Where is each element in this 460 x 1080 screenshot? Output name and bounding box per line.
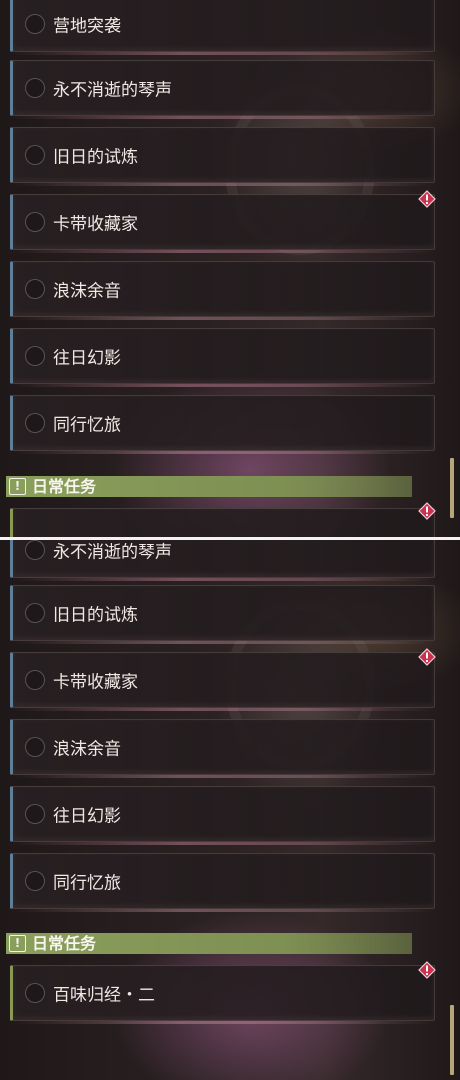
- quest-item[interactable]: 同行忆旅: [10, 853, 435, 912]
- quest-status-circle: [25, 145, 45, 165]
- quest-name: 永不消逝的琴声: [53, 80, 172, 101]
- quest-item[interactable]: 卡带收藏家: [10, 652, 435, 711]
- quest-name: 营地突袭: [53, 16, 121, 37]
- alert-diamond-icon: [418, 648, 436, 666]
- quest-status-circle: [25, 983, 45, 1003]
- quest-status-circle: [25, 78, 45, 98]
- quest-name: 浪沫余音: [53, 281, 121, 302]
- alert-diamond-icon: [418, 502, 436, 520]
- quest-item[interactable]: 浪沫余音: [10, 719, 435, 778]
- quest-item[interactable]: 永不消逝的琴声: [10, 60, 435, 119]
- quest-item-daily[interactable]: 百味归经・二: [10, 965, 435, 1024]
- quest-name: 百味归经・二: [53, 985, 155, 1006]
- quest-status-circle: [25, 737, 45, 757]
- quest-name: 旧日的试炼: [53, 147, 138, 168]
- quest-name: 同行忆旅: [53, 415, 121, 436]
- bottom-quest-panel: 永不消逝的琴声 旧日的试炼 卡带收藏家 浪沫余音 往日幻影 同行忆旅 ! 日常任…: [0, 540, 460, 1080]
- quest-item[interactable]: 往日幻影: [10, 786, 435, 845]
- section-header-daily: ! 日常任务: [6, 933, 412, 954]
- quest-item[interactable]: 营地突袭: [10, 0, 435, 55]
- quest-status-circle: [25, 670, 45, 690]
- quest-name: 卡带收藏家: [53, 672, 138, 693]
- quest-name: 旧日的试炼: [53, 605, 138, 626]
- quest-status-circle: [25, 871, 45, 891]
- quest-status-circle: [25, 413, 45, 433]
- quest-name: 同行忆旅: [53, 873, 121, 894]
- quest-status-circle: [25, 279, 45, 299]
- alert-diamond-icon: [418, 961, 436, 979]
- quest-item[interactable]: 旧日的试炼: [10, 127, 435, 186]
- quest-item[interactable]: 往日幻影: [10, 328, 435, 387]
- quest-item-daily[interactable]: [10, 508, 435, 537]
- quest-status-circle: [25, 603, 45, 623]
- exclamation-box-icon: !: [9, 935, 26, 952]
- top-quest-panel: 营地突袭 永不消逝的琴声 旧日的试炼 卡带收藏家 浪沫余音 往日幻影 同行忆旅 …: [0, 0, 460, 537]
- quest-status-circle: [25, 804, 45, 824]
- quest-item[interactable]: 浪沫余音: [10, 261, 435, 320]
- scrollbar-thumb[interactable]: [450, 1005, 454, 1075]
- quest-status-circle: [25, 212, 45, 232]
- section-header-title: 日常任务: [32, 934, 97, 953]
- quest-item[interactable]: 卡带收藏家: [10, 194, 435, 253]
- quest-item[interactable]: 永不消逝的琴声: [10, 540, 435, 581]
- alert-diamond-icon: [418, 190, 436, 208]
- scrollbar-thumb[interactable]: [450, 458, 454, 518]
- quest-name: 浪沫余音: [53, 739, 121, 760]
- quest-status-circle: [25, 540, 45, 560]
- quest-name: 卡带收藏家: [53, 214, 138, 235]
- quest-name: 永不消逝的琴声: [53, 542, 172, 563]
- section-header-daily: ! 日常任务: [6, 476, 412, 497]
- quest-item[interactable]: 旧日的试炼: [10, 585, 435, 644]
- section-header-title: 日常任务: [32, 477, 97, 496]
- quest-name: 往日幻影: [53, 348, 121, 369]
- exclamation-box-icon: !: [9, 478, 26, 495]
- quest-status-circle: [25, 346, 45, 366]
- quest-name: 往日幻影: [53, 806, 121, 827]
- quest-item[interactable]: 同行忆旅: [10, 395, 435, 454]
- quest-status-circle: [25, 14, 45, 34]
